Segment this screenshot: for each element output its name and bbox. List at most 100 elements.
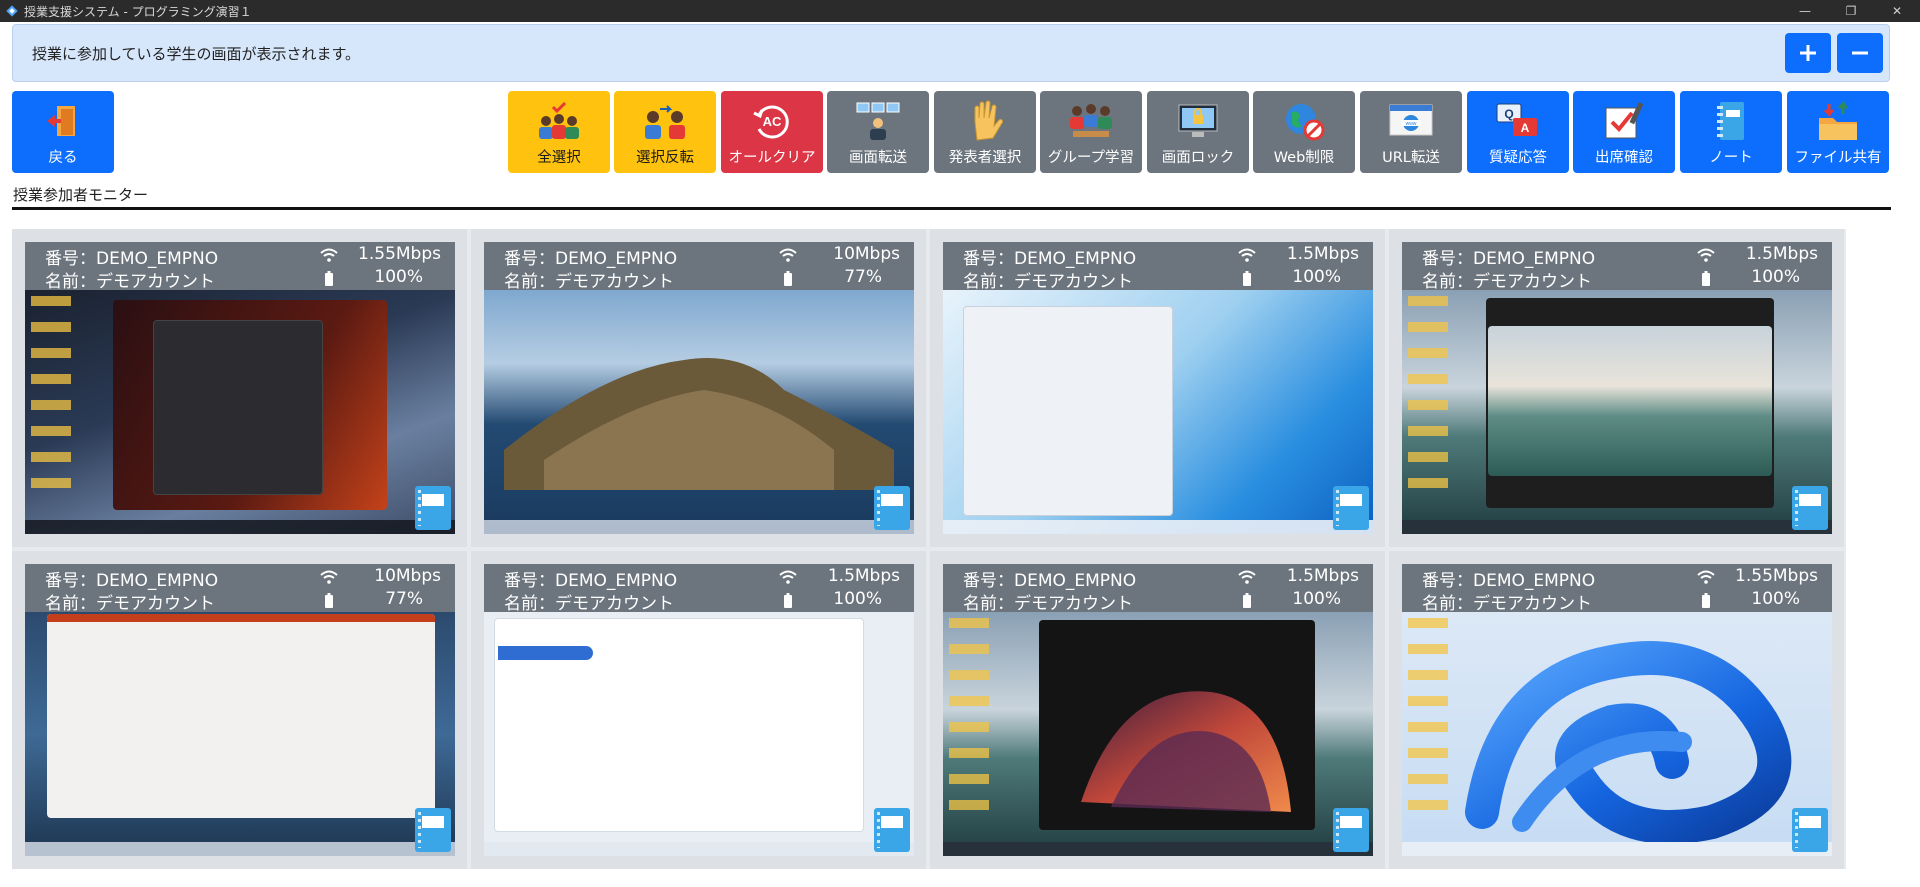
student-monitor-grid: 番号：DEMO_EMPNO 名前：デモアカウント 1.55Mbps 100% 番…: [12, 229, 1846, 869]
notebook-badge-icon[interactable]: [1333, 486, 1369, 530]
minus-icon: [1852, 51, 1868, 55]
notebook-badge-icon[interactable]: [1792, 486, 1828, 530]
student-name: 名前：デモアカウント: [45, 272, 215, 292]
student-card[interactable]: 番号：DEMO_EMPNO 名前：デモアカウント 1.5Mbps 100%: [1402, 242, 1832, 534]
file-share-button[interactable]: ファイル共有: [1787, 91, 1889, 173]
network-speed: 1.5Mbps: [1286, 566, 1359, 586]
invert-selection-button[interactable]: 選択反転: [614, 91, 716, 173]
close-button[interactable]: ✕: [1874, 0, 1920, 22]
minimize-button[interactable]: —: [1782, 0, 1828, 22]
group-learning-button[interactable]: グループ学習: [1040, 91, 1142, 173]
student-screen-thumbnail[interactable]: [25, 290, 455, 534]
screen-transfer-button[interactable]: 画面転送: [827, 91, 929, 173]
student-tile[interactable]: 番号：DEMO_EMPNO 名前：デモアカウント 1.5Mbps 100%: [471, 551, 926, 869]
presenter-select-button[interactable]: 発表者選択: [934, 91, 1036, 173]
student-card-header: 番号：DEMO_EMPNO 名前：デモアカウント 1.55Mbps 100%: [1402, 564, 1832, 614]
all-clear-icon: AC: [748, 100, 796, 142]
notebook-badge-icon[interactable]: [415, 808, 451, 852]
file-share-label: ファイル共有: [1794, 150, 1882, 166]
url-transfer-button[interactable]: www URL転送: [1360, 91, 1462, 173]
student-id: 番号：DEMO_EMPNO: [45, 571, 219, 591]
student-card[interactable]: 番号：DEMO_EMPNO 名前：デモアカウント 1.55Mbps 100%: [1402, 564, 1832, 856]
zoom-out-button[interactable]: [1837, 33, 1883, 73]
battery-icon: [784, 271, 792, 286]
student-screen-thumbnail[interactable]: [943, 612, 1373, 856]
notebook-badge-icon[interactable]: [1792, 808, 1828, 852]
notebook-badge-icon[interactable]: [874, 486, 910, 530]
network-speed: 1.5Mbps: [1286, 244, 1359, 264]
student-screen-thumbnail[interactable]: [943, 290, 1373, 534]
group-icon: [1067, 100, 1115, 142]
student-screen-thumbnail[interactable]: [1402, 612, 1832, 856]
student-screen-thumbnail[interactable]: [484, 612, 914, 856]
student-screen-thumbnail[interactable]: [25, 612, 455, 856]
wifi-icon: [320, 248, 338, 262]
student-name: 名前：デモアカウント: [1422, 272, 1592, 292]
url-transfer-label: URL転送: [1382, 150, 1440, 166]
svg-text:Q: Q: [1504, 107, 1513, 121]
student-tile[interactable]: 番号：DEMO_EMPNO 名前：デモアカウント 10Mbps 77%: [471, 229, 926, 547]
qa-bubbles-icon: QA: [1494, 100, 1542, 142]
wifi-icon: [779, 570, 797, 584]
select-all-label: 全選択: [537, 150, 581, 166]
student-tile[interactable]: 番号：DEMO_EMPNO 名前：デモアカウント 1.5Mbps 100%: [930, 551, 1385, 869]
student-card[interactable]: 番号：DEMO_EMPNO 名前：デモアカウント 1.5Mbps 100%: [943, 242, 1373, 534]
student-card-header: 番号：DEMO_EMPNO 名前：デモアカウント 10Mbps 77%: [484, 242, 914, 292]
battery-icon: [784, 593, 792, 608]
student-tile[interactable]: 番号：DEMO_EMPNO 名前：デモアカウント 1.5Mbps 100%: [930, 229, 1385, 547]
student-tile[interactable]: 番号：DEMO_EMPNO 名前：デモアカウント 1.55Mbps 100%: [12, 229, 467, 547]
student-name: 名前：デモアカウント: [1422, 594, 1592, 614]
student-name: 名前：デモアカウント: [504, 594, 674, 614]
student-tile[interactable]: 番号：DEMO_EMPNO 名前：デモアカウント 1.55Mbps 100%: [1389, 551, 1844, 869]
student-card[interactable]: 番号：DEMO_EMPNO 名前：デモアカウント 1.5Mbps 100%: [943, 564, 1373, 856]
info-bar: 授業に参加している学生の画面が表示されます。: [12, 24, 1890, 82]
group-learning-label: グループ学習: [1047, 150, 1135, 166]
web-restriction-button[interactable]: Web制限: [1253, 91, 1355, 173]
student-tile[interactable]: 番号：DEMO_EMPNO 名前：デモアカウント 1.5Mbps 100%: [1389, 229, 1844, 547]
student-screen-thumbnail[interactable]: [484, 290, 914, 534]
battery-level: 100%: [1751, 589, 1800, 609]
network-speed: 1.5Mbps: [1745, 244, 1818, 264]
notebook-label: ノート: [1709, 150, 1753, 166]
wifi-icon: [1697, 570, 1715, 584]
notebook-badge-icon[interactable]: [415, 486, 451, 530]
student-card[interactable]: 番号：DEMO_EMPNO 名前：デモアカウント 1.5Mbps 100%: [484, 564, 914, 856]
maximize-button[interactable]: ❐: [1828, 0, 1874, 22]
svg-text:AC: AC: [763, 114, 782, 129]
svg-text:A: A: [1521, 121, 1530, 135]
battery-level: 100%: [1751, 267, 1800, 287]
student-card[interactable]: 番号：DEMO_EMPNO 名前：デモアカウント 10Mbps 77%: [484, 242, 914, 534]
globe-block-icon: [1280, 100, 1328, 142]
student-name: 名前：デモアカウント: [963, 594, 1133, 614]
all-clear-button[interactable]: AC オールクリア: [721, 91, 823, 173]
screen-lock-icon: [1174, 100, 1222, 142]
student-card-header: 番号：DEMO_EMPNO 名前：デモアカウント 1.5Mbps 100%: [943, 242, 1373, 292]
student-screen-thumbnail[interactable]: [1402, 290, 1832, 534]
notebook-badge-icon[interactable]: [874, 808, 910, 852]
student-card[interactable]: 番号：DEMO_EMPNO 名前：デモアカウント 10Mbps 77%: [25, 564, 455, 856]
screen-lock-button[interactable]: 画面ロック: [1147, 91, 1249, 173]
student-id: 番号：DEMO_EMPNO: [504, 249, 678, 269]
zoom-in-button[interactable]: [1785, 33, 1831, 73]
student-tile[interactable]: 番号：DEMO_EMPNO 名前：デモアカウント 10Mbps 77%: [12, 551, 467, 869]
student-id: 番号：DEMO_EMPNO: [963, 249, 1137, 269]
student-card-header: 番号：DEMO_EMPNO 名前：デモアカウント 1.5Mbps 100%: [484, 564, 914, 614]
battery-level: 77%: [844, 267, 882, 287]
section-title: 授業参加者モニター: [13, 186, 149, 204]
battery-icon: [1243, 593, 1251, 608]
notebook-icon: [1707, 100, 1755, 142]
student-id: 番号：DEMO_EMPNO: [1422, 249, 1596, 269]
back-button[interactable]: 戻る: [12, 91, 114, 173]
qa-button[interactable]: QA 質疑応答: [1467, 91, 1569, 173]
select-all-button[interactable]: 全選択: [508, 91, 610, 173]
section-divider: [12, 207, 1891, 210]
swap-people-icon: [641, 100, 689, 142]
select-all-icon: [535, 100, 583, 142]
student-card[interactable]: 番号：DEMO_EMPNO 名前：デモアカウント 1.55Mbps 100%: [25, 242, 455, 534]
battery-icon: [325, 593, 333, 608]
url-window-icon: www: [1387, 100, 1435, 142]
attendance-button[interactable]: 出席確認: [1573, 91, 1675, 173]
all-clear-label: オールクリア: [728, 150, 816, 166]
notebook-button[interactable]: ノート: [1680, 91, 1782, 173]
notebook-badge-icon[interactable]: [1333, 808, 1369, 852]
